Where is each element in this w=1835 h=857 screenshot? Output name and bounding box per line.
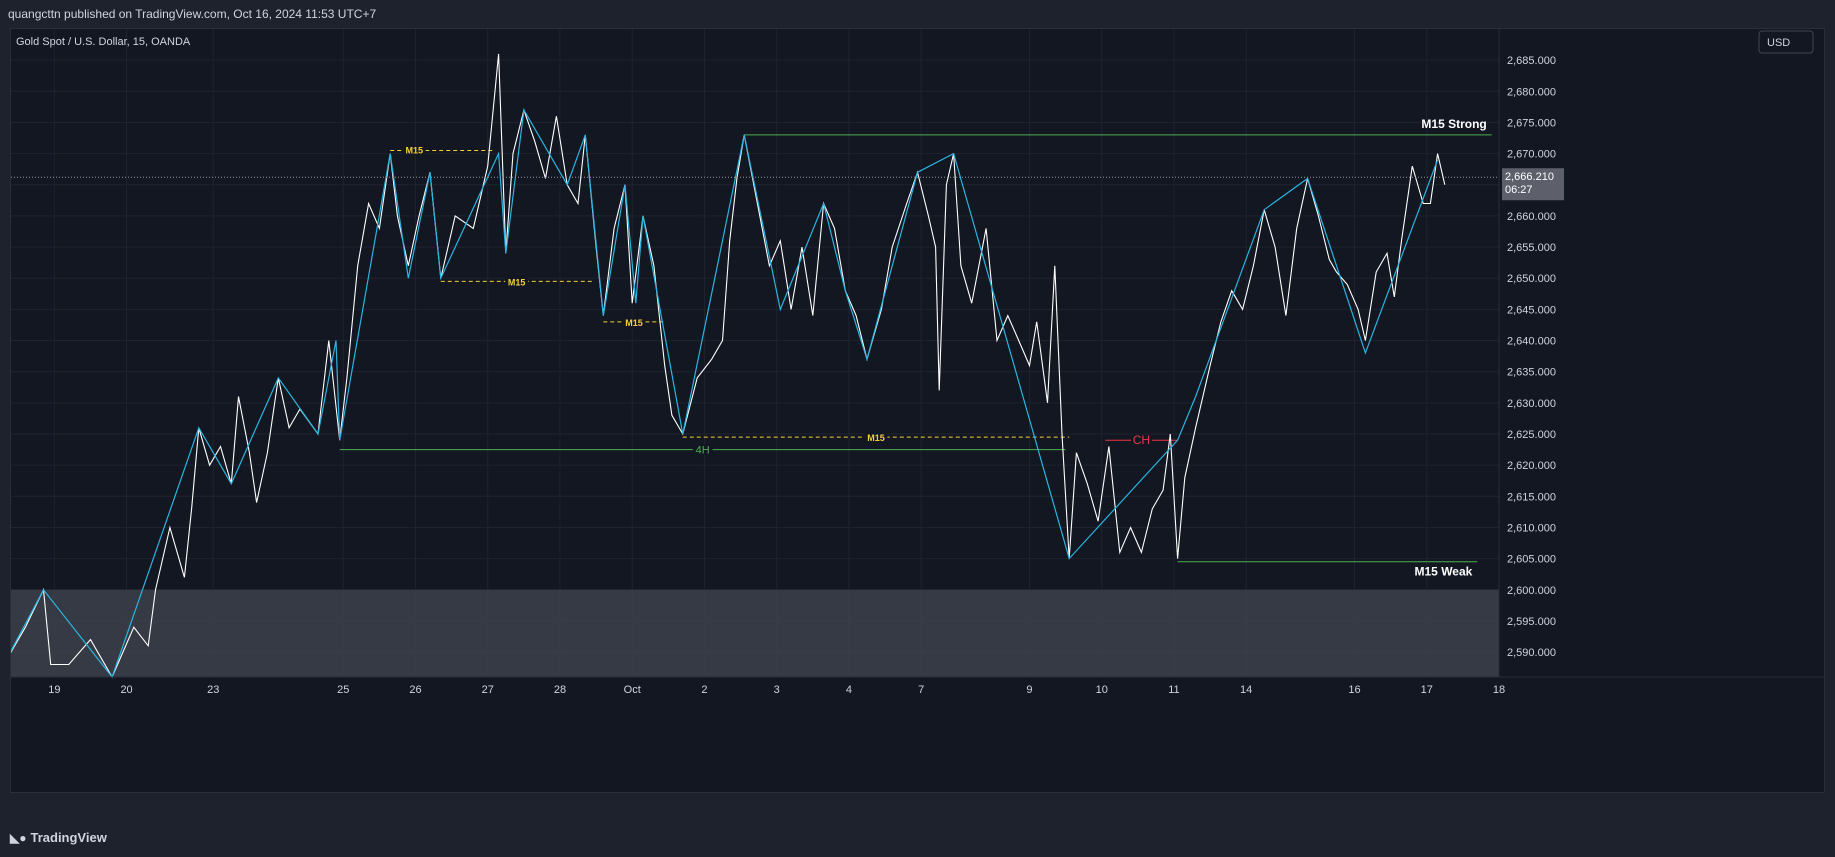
price-axis[interactable]: 2,590.000 2,595.000 2,600.000 2,605.000 2,61… bbox=[1498, 29, 1556, 677]
time-tick-label: 26 bbox=[409, 684, 421, 696]
time-tick-label: 11 bbox=[1168, 684, 1179, 696]
time-tick-label: 18 bbox=[1493, 684, 1505, 696]
publisher-bar: quangcttn published on TradingView.com, … bbox=[0, 0, 1835, 28]
price-tick-label: 2,680.000 bbox=[1507, 86, 1556, 98]
price-tick-label: 2,605.000 bbox=[1507, 554, 1556, 566]
time-tick-label: 16 bbox=[1348, 684, 1360, 696]
price-tick-label: 2,620.000 bbox=[1507, 460, 1556, 472]
chart-frame[interactable]: M15 M15 M15 M15 4H M15 Strong M15 Weak CH Gold … bbox=[3, 28, 1825, 793]
price-tick-label: 2,610.000 bbox=[1507, 522, 1556, 534]
time-tick-label: 7 bbox=[918, 684, 924, 696]
current-price-tag: 2,666.210 06:27 bbox=[1502, 168, 1564, 201]
price-tick-label: 2,675.000 bbox=[1507, 117, 1556, 129]
price-tick-label: 2,660.000 bbox=[1507, 211, 1556, 223]
shaded-zone bbox=[11, 589, 1499, 677]
currency-label: USD bbox=[1767, 37, 1790, 49]
chart-title: Gold Spot / U.S. Dollar, 15, OANDA bbox=[16, 36, 191, 48]
price-tick-label: 2,650.000 bbox=[1507, 273, 1556, 285]
price-tick-label: 2,615.000 bbox=[1507, 491, 1556, 503]
time-tick-label: 17 bbox=[1421, 684, 1433, 696]
footer: ◣● TradingView bbox=[0, 820, 1835, 857]
time-tick-label: Oct bbox=[624, 684, 641, 696]
level-label: M15 bbox=[508, 277, 526, 287]
time-tick-label: 2 bbox=[701, 684, 707, 696]
time-tick-label: 4 bbox=[846, 684, 852, 696]
level-label: M15 bbox=[625, 318, 643, 328]
grid-lines bbox=[11, 29, 1500, 677]
currency-button[interactable]: USD bbox=[1758, 30, 1814, 54]
time-tick-label: 20 bbox=[120, 684, 132, 696]
publisher-text: quangcttn published on TradingView.com, … bbox=[8, 7, 377, 21]
level-label: M15 Weak bbox=[1415, 565, 1473, 579]
price-tick-label: 2,670.000 bbox=[1507, 149, 1556, 161]
countdown-label: 06:27 bbox=[1505, 184, 1533, 196]
time-tick-label: 23 bbox=[207, 684, 219, 696]
level-label: M15 Strong bbox=[1421, 117, 1486, 131]
brand-label: TradingView bbox=[30, 830, 107, 845]
price-tick-label: 2,645.000 bbox=[1507, 304, 1556, 316]
price-tick-label: 2,635.000 bbox=[1507, 367, 1556, 379]
price-tick-label: 2,590.000 bbox=[1507, 647, 1556, 659]
price-tick-label: 2,600.000 bbox=[1507, 585, 1556, 597]
time-tick-label: 10 bbox=[1096, 684, 1108, 696]
price-chart[interactable]: M15 M15 M15 M15 4H M15 Strong M15 Weak CH Gold … bbox=[3, 29, 1824, 792]
time-tick-label: 27 bbox=[482, 684, 494, 696]
level-label: CH bbox=[1133, 433, 1150, 447]
time-tick-label: 14 bbox=[1240, 684, 1252, 696]
level-label: M15 bbox=[405, 146, 423, 156]
price-tick-label: 2,685.000 bbox=[1507, 55, 1556, 67]
time-tick-label: 9 bbox=[1026, 684, 1032, 696]
price-tick-label: 2,630.000 bbox=[1507, 398, 1556, 410]
level-label: M15 bbox=[867, 433, 885, 443]
time-tick-label: 25 bbox=[337, 684, 349, 696]
price-tick-label: 2,655.000 bbox=[1507, 242, 1556, 254]
price-tick-label: 2,625.000 bbox=[1507, 429, 1556, 441]
level-label: 4H bbox=[696, 445, 710, 457]
tradingview-logo-icon: ◣● bbox=[10, 831, 27, 845]
level-lines: M15 M15 M15 M15 4H M15 Strong M15 Weak CH bbox=[339, 117, 1492, 579]
time-tick-label: 3 bbox=[774, 684, 780, 696]
price-tick-label: 2,640.000 bbox=[1507, 336, 1556, 348]
price-tick-label: 2,595.000 bbox=[1507, 616, 1556, 628]
price-series-line bbox=[3, 53, 1446, 679]
time-tick-label: 19 bbox=[48, 684, 60, 696]
tradingview-brand[interactable]: ◣● TradingView bbox=[10, 830, 107, 845]
time-tick-label: 28 bbox=[554, 684, 566, 696]
time-axis[interactable]: 19 20 23 25 26 27 28 Oct 2 3 4 7 9 10 11 14 16 17 18 bbox=[11, 676, 1824, 696]
current-price-label: 2,666.210 bbox=[1505, 171, 1554, 183]
